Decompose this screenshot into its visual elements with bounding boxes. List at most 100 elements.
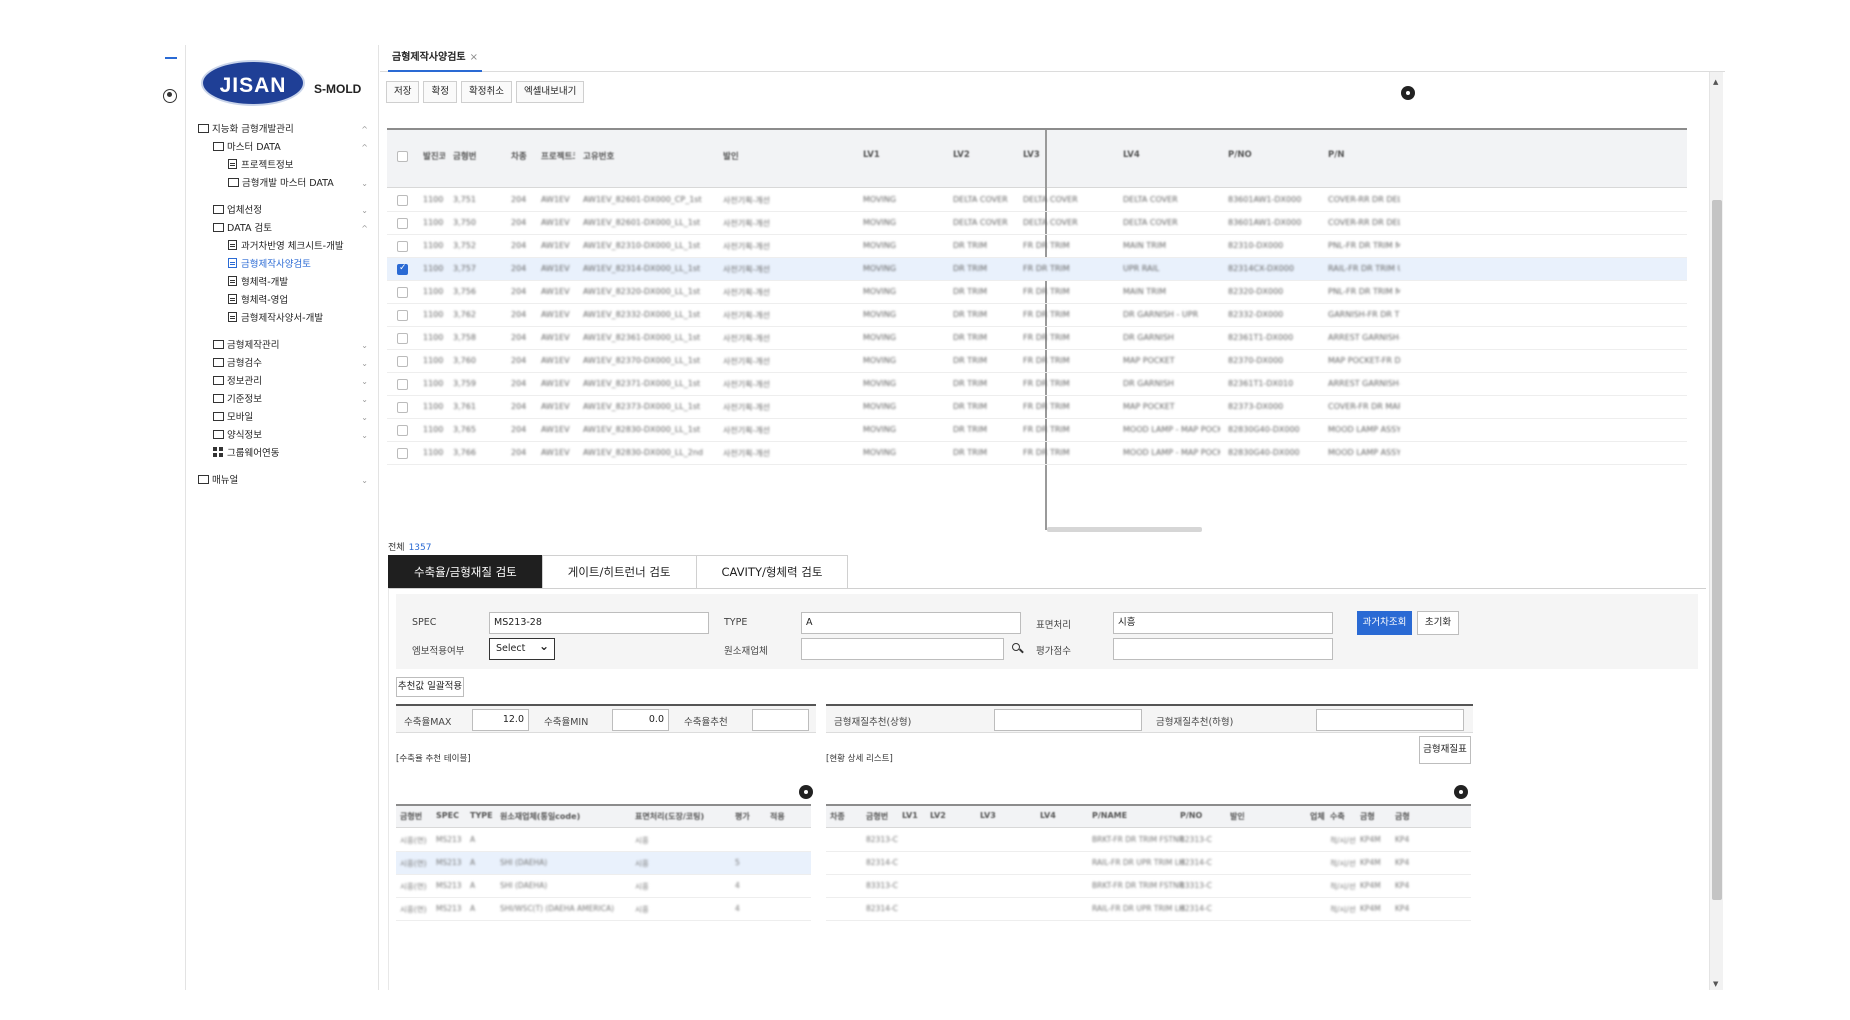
user-circle-icon[interactable] [163,89,177,103]
surface-input[interactable]: 시흥 [1113,612,1333,634]
column-header[interactable]: 발인 [1230,811,1245,822]
column-header[interactable]: P/N [1328,150,1400,164]
close-icon[interactable]: × [470,52,478,63]
spec-input[interactable]: MS213-28 [489,612,709,634]
scroll-down-icon[interactable]: ▼ [1713,980,1718,988]
search-icon[interactable] [1012,643,1020,651]
chevron-icon[interactable]: ⌄ [361,472,368,490]
sidebar-item[interactable]: 금형제작관리 ⌄ [198,337,368,355]
column-header[interactable]: 금형 [1360,811,1375,822]
row-checkbox[interactable] [397,425,408,436]
row-checkbox[interactable] [397,263,408,275]
column-header[interactable]: LV3 [1023,150,1115,164]
column-header[interactable]: LV2 [930,811,946,820]
sidebar-item[interactable]: 매뉴얼 ⌄ [198,472,368,490]
chevron-icon[interactable]: ⌄ [361,409,368,427]
raw-supplier-input[interactable] [801,638,1004,660]
chevron-icon[interactable]: ⌄ [361,355,368,373]
column-header[interactable]: P/NO [1228,150,1320,164]
row-checkbox[interactable] [397,195,408,206]
row-checkbox[interactable] [397,218,408,229]
sidebar-item[interactable]: 업체선정 ⌄ [198,202,368,220]
column-header[interactable]: 적용 [770,811,785,822]
row-checkbox[interactable] [397,310,408,321]
column-header[interactable]: P/NO [1180,811,1202,820]
row-checkbox[interactable] [397,448,408,459]
column-header[interactable]: 발인 [723,150,855,164]
column-header[interactable]: LV4 [1123,150,1220,164]
column-header[interactable]: 금형번 [453,150,503,164]
column-header[interactable]: LV1 [902,811,918,820]
chevron-icon[interactable]: ⌄ [361,391,368,409]
column-header[interactable]: LV2 [953,150,1015,164]
sidebar-item[interactable]: 프로젝트정보 [198,157,368,175]
table-row[interactable]: 83313-C BRKT-FR DR TRIM FSTNR 83313-C 적/시/선… [826,875,1471,898]
material-table-button[interactable]: 금형재질표 [1419,736,1471,764]
page-scrollbar[interactable]: ▲ ▼ [1709,72,1723,990]
collapse-menu-icon[interactable] [165,57,177,59]
sidebar-item[interactable]: 모바일 ⌄ [198,409,368,427]
gear-icon[interactable] [1401,86,1415,100]
column-header[interactable]: 고유번호 [583,150,715,164]
subtab[interactable]: 수축율/금형재질 검토 [388,555,543,588]
column-header[interactable]: 수축 [1330,811,1345,822]
reset-button[interactable]: 초기화 [1417,611,1459,635]
shrink-min-input[interactable]: 0.0 [612,709,669,731]
material-upper-input[interactable] [994,709,1142,731]
chevron-icon[interactable]: ⌄ [361,202,368,220]
column-header[interactable]: 평가 [735,811,750,822]
row-checkbox[interactable] [397,402,408,413]
hscroll-thumb[interactable] [1047,527,1202,532]
past-search-button[interactable]: 과거차조회 [1357,611,1412,635]
column-header[interactable]: TYPE [470,811,493,820]
material-lower-input[interactable] [1316,709,1464,731]
row-checkbox[interactable] [397,379,408,390]
chevron-icon[interactable]: ^ [361,220,368,238]
scrollbar-thumb[interactable] [1712,200,1722,900]
column-header[interactable]: 금형 [1395,811,1410,822]
row-checkbox[interactable] [397,356,408,367]
chevron-icon[interactable]: ^ [361,121,368,139]
sidebar-item[interactable]: 과거차반영 체크시트-개발 [198,238,368,256]
chevron-icon[interactable]: ⌄ [361,373,368,391]
shrink-max-input[interactable]: 12.0 [472,709,529,731]
shrink-rec-input[interactable] [752,709,809,731]
subtab[interactable]: CAVITY/형체력 검토 [695,555,849,588]
grid-hscrollbar[interactable] [1047,525,1687,533]
column-header[interactable]: LV1 [863,150,945,164]
sidebar-item[interactable]: 지능화 금형개발관리 ^ [198,121,368,139]
column-header[interactable]: 원소재업체(통일code) [500,811,580,822]
sidebar-item[interactable]: 그룹웨어연동 [198,445,368,463]
save-button[interactable]: 저장 [386,81,420,103]
row-checkbox[interactable] [397,333,408,344]
table-row[interactable]: 1100 3,761 204 AW1EV AW1EV_82373-DX000_LL_1s… [387,396,1687,419]
column-header[interactable]: 발진코드(품번) [423,150,445,164]
column-header[interactable]: SPEC [436,811,459,820]
sidebar-item[interactable]: 양식정보 ⌄ [198,427,368,445]
table-row[interactable]: 1100 3,759 204 AW1EV AW1EV_82371-DX000_LL_1s… [387,373,1687,396]
cancel-confirm-button[interactable]: 확정취소 [460,81,512,103]
row-checkbox[interactable] [397,241,408,252]
table-row[interactable]: 1100 3,750 204 AW1EV AW1EV_82601-DX000_LL_1s… [387,212,1687,235]
sidebar-item[interactable]: 기준정보 ⌄ [198,391,368,409]
type-input[interactable]: A [801,612,1021,634]
table-row[interactable]: 1100 3,757 204 AW1EV AW1EV_82314-DX000_LL_1s… [387,258,1687,281]
column-header[interactable]: 업체 [1310,811,1325,822]
column-header[interactable]: LV3 [980,811,996,820]
table-row[interactable]: 82314-C RAIL-FR DR UPR TRIM LH 82314-C 적/시/… [826,898,1471,921]
table-row[interactable]: 시흥(연) MS213 A 시흥 [396,829,811,852]
table-row[interactable]: 1100 3,765 204 AW1EV AW1EV_82830-DX000_LL_1s… [387,419,1687,442]
table-row[interactable]: 82313-C BRKT-FR DR TRIM FSTNR 82313-C 적/시/선… [826,829,1471,852]
scroll-up-icon[interactable]: ▲ [1713,78,1718,86]
table-row[interactable]: 1100 3,752 204 AW1EV AW1EV_82310-DX000_LL_1s… [387,235,1687,258]
chevron-icon[interactable]: ⌄ [361,175,368,193]
subtab[interactable]: 게이트/히트런너 검토 [541,555,697,588]
column-header[interactable]: 금형번 [400,811,422,822]
table-row[interactable]: 1100 3,758 204 AW1EV AW1EV_82361-DX000_LL_1s… [387,327,1687,350]
sidebar-item[interactable]: 금형검수 ⌄ [198,355,368,373]
column-header[interactable]: 표면처리(도장/코팅) [635,811,704,822]
column-header[interactable]: 금형번 [866,811,888,822]
table-row[interactable]: 시흥(연) MS213 A SHI (DAEHA) 시흥 4 [396,875,811,898]
confirm-button[interactable]: 확정 [423,81,457,103]
column-header[interactable]: 프로젝트코드 [541,150,575,164]
